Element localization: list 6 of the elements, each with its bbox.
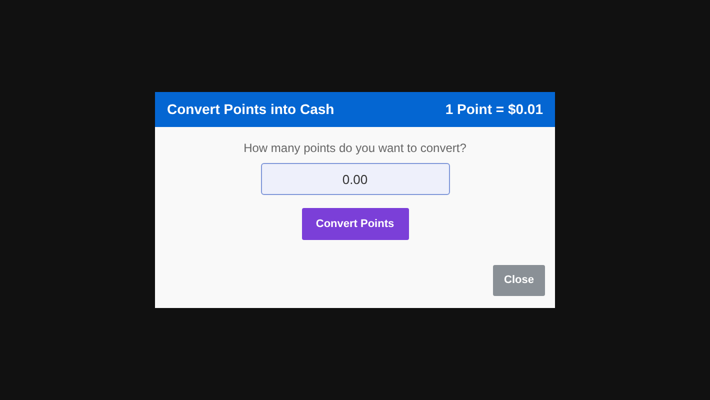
close-button[interactable]: Close: [493, 265, 545, 296]
conversion-rate: 1 Point = $0.01: [445, 100, 543, 119]
convert-points-button[interactable]: Convert Points: [302, 208, 408, 240]
dialog-title: Convert Points into Cash: [167, 100, 334, 119]
question-text: How many points do you want to convert?: [244, 141, 466, 155]
points-input-field[interactable]: 0.00: [260, 163, 450, 195]
